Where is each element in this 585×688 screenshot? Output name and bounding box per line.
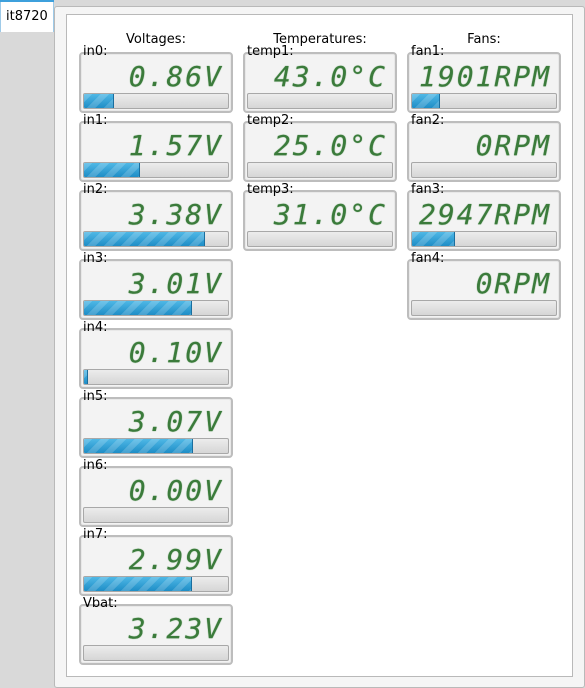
sensor-level-fill <box>84 94 114 108</box>
sensor-label: temp1: <box>247 44 294 59</box>
sensor-label: temp2: <box>247 113 294 128</box>
lcd-display: 1.57V <box>79 121 233 182</box>
sensor-level-bar <box>247 93 393 109</box>
sensor-value: 25.0°C <box>273 129 387 162</box>
sensor-value: 0.00V <box>128 474 223 507</box>
sensor-value: 2.99V <box>128 543 223 576</box>
lcd-display: 0RPM <box>407 259 561 320</box>
sensor-label: in0: <box>83 44 108 59</box>
sensor-value: 31.0°C <box>273 198 387 231</box>
sensor-level-fill <box>84 163 140 177</box>
lcd-display: 43.0°C <box>243 52 397 113</box>
sensor-label: Vbat: <box>83 596 118 611</box>
sensor-level-bar <box>83 438 229 454</box>
lcd-display: 0.00V <box>79 466 233 527</box>
lcd-display: 2947RPM <box>407 190 561 251</box>
lcd-display: 2.99V <box>79 535 233 596</box>
sensor-value: 3.38V <box>128 198 223 231</box>
sensor-level-bar <box>411 300 557 316</box>
sensor-level-fill <box>412 94 441 108</box>
sensor-level-fill <box>84 577 192 591</box>
lcd-display: 3.07V <box>79 397 233 458</box>
sensor-level-bar <box>83 231 229 247</box>
lcd-display: 0.10V <box>79 328 233 389</box>
sensor-label: in7: <box>83 527 108 542</box>
sensor-label: temp3: <box>247 182 294 197</box>
lcd-display: 31.0°C <box>243 190 397 251</box>
sensor-label: fan4: <box>411 251 445 266</box>
tab-it8720[interactable]: it8720 <box>0 0 54 32</box>
lcd-display: 3.23V <box>79 604 233 665</box>
sensor-level-bar <box>83 162 229 178</box>
lcd-display: 3.01V <box>79 259 233 320</box>
sensor-label: fan2: <box>411 113 445 128</box>
sensor-label: in3: <box>83 251 108 266</box>
sensor-value: 1901RPM <box>418 60 551 93</box>
sensor-level-fill <box>412 232 455 246</box>
sensor-level-bar <box>411 93 557 109</box>
tab-label: it8720 <box>6 9 48 24</box>
lcd-display: 25.0°C <box>243 121 397 182</box>
sensor-value: 1.57V <box>128 129 223 162</box>
sensor-value: 3.07V <box>128 405 223 438</box>
sensor-value: 43.0°C <box>273 60 387 93</box>
sensor-level-bar <box>411 162 557 178</box>
sensor-level-bar <box>83 645 229 661</box>
sensor-value: 0.86V <box>128 60 223 93</box>
sensor-level-bar <box>247 162 393 178</box>
sensor-value: 0RPM <box>475 267 551 300</box>
lcd-display: 3.38V <box>79 190 233 251</box>
sensor-value: 3.01V <box>128 267 223 300</box>
sensor-level-bar <box>83 93 229 109</box>
sensor-level-fill <box>84 370 88 384</box>
sensor-level-fill <box>84 232 205 246</box>
lcd-display: 1901RPM <box>407 52 561 113</box>
sensor-level-fill <box>84 439 193 453</box>
sensor-value: 3.23V <box>128 612 223 645</box>
sensor-value: 0.10V <box>128 336 223 369</box>
sensor-label: in1: <box>83 113 108 128</box>
sensor-level-fill <box>84 301 192 315</box>
sensor-level-bar <box>247 231 393 247</box>
sensor-label: in5: <box>83 389 108 404</box>
lcd-display: 0RPM <box>407 121 561 182</box>
lcd-display: 0.86V <box>79 52 233 113</box>
sensor-level-bar <box>83 300 229 316</box>
sensor-label: fan3: <box>411 182 445 197</box>
sensor-label: in6: <box>83 458 108 473</box>
sensor-level-bar <box>83 576 229 592</box>
sensor-value: 2947RPM <box>418 198 551 231</box>
sensor-level-bar <box>411 231 557 247</box>
tab-pane: Voltages: Temperatures: Fans: 0.86V in0: 1… <box>54 6 585 688</box>
sensor-level-bar <box>83 507 229 523</box>
sensor-label: fan1: <box>411 44 445 59</box>
sensor-value: 0RPM <box>475 129 551 162</box>
sensor-label: in2: <box>83 182 108 197</box>
sensor-level-bar <box>83 369 229 385</box>
sensor-label: in4: <box>83 320 108 335</box>
sensors-panel: Voltages: Temperatures: Fans: 0.86V in0: 1… <box>66 14 573 677</box>
